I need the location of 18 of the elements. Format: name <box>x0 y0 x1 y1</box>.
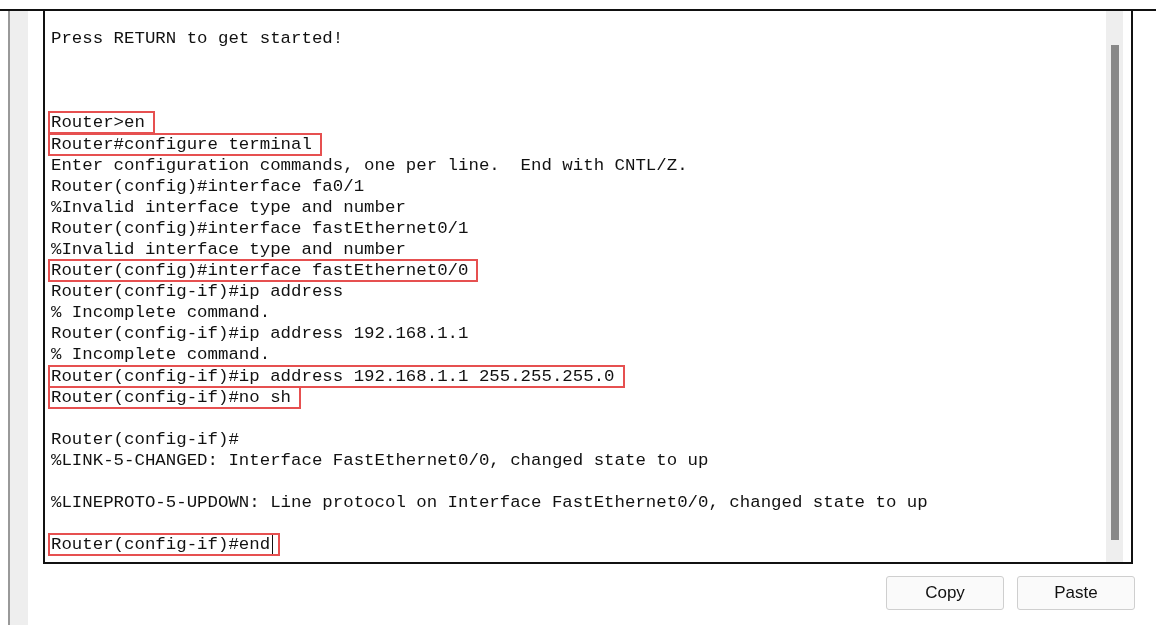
terminal-line: %Invalid interface type and number <box>50 239 407 261</box>
terminal-line: %LINK-5-CHANGED: Interface FastEthernet0/0, changed state to up <box>50 449 710 472</box>
terminal-line: Router(config-if)# <box>50 428 240 451</box>
scrollbar-track[interactable] <box>1106 11 1123 562</box>
action-button[interactable]: Paste <box>1017 576 1135 610</box>
terminal-line: % Incomplete command. <box>50 302 272 325</box>
terminal-line: % Incomplete command. <box>50 344 272 367</box>
terminal-line: Enter configuration commands, one per line. End with CNTL/Z. <box>50 154 689 177</box>
terminal-line: Press RETURN to get started! <box>50 28 345 51</box>
terminal-panel[interactable] <box>43 11 1133 564</box>
terminal-line: Router(config)#interface fastEthernet0/1 <box>50 217 470 240</box>
terminal-line: %LINEPROTO-5-UPDOWN: Line protocol on Interface FastEthernet0/0, changed state to up <box>50 492 929 515</box>
terminal-line: Router(config)#interface fa0/1 <box>50 175 366 198</box>
terminal-line: Router(config-if)#ip address 192.168.1.1 <box>50 323 470 346</box>
terminal-line: %Invalid interface type and number <box>50 196 407 219</box>
action-button[interactable]: Copy <box>886 576 1004 610</box>
scrollbar-thumb[interactable] <box>1110 45 1119 540</box>
terminal-line: Router(config-if)#ip address <box>50 281 345 304</box>
